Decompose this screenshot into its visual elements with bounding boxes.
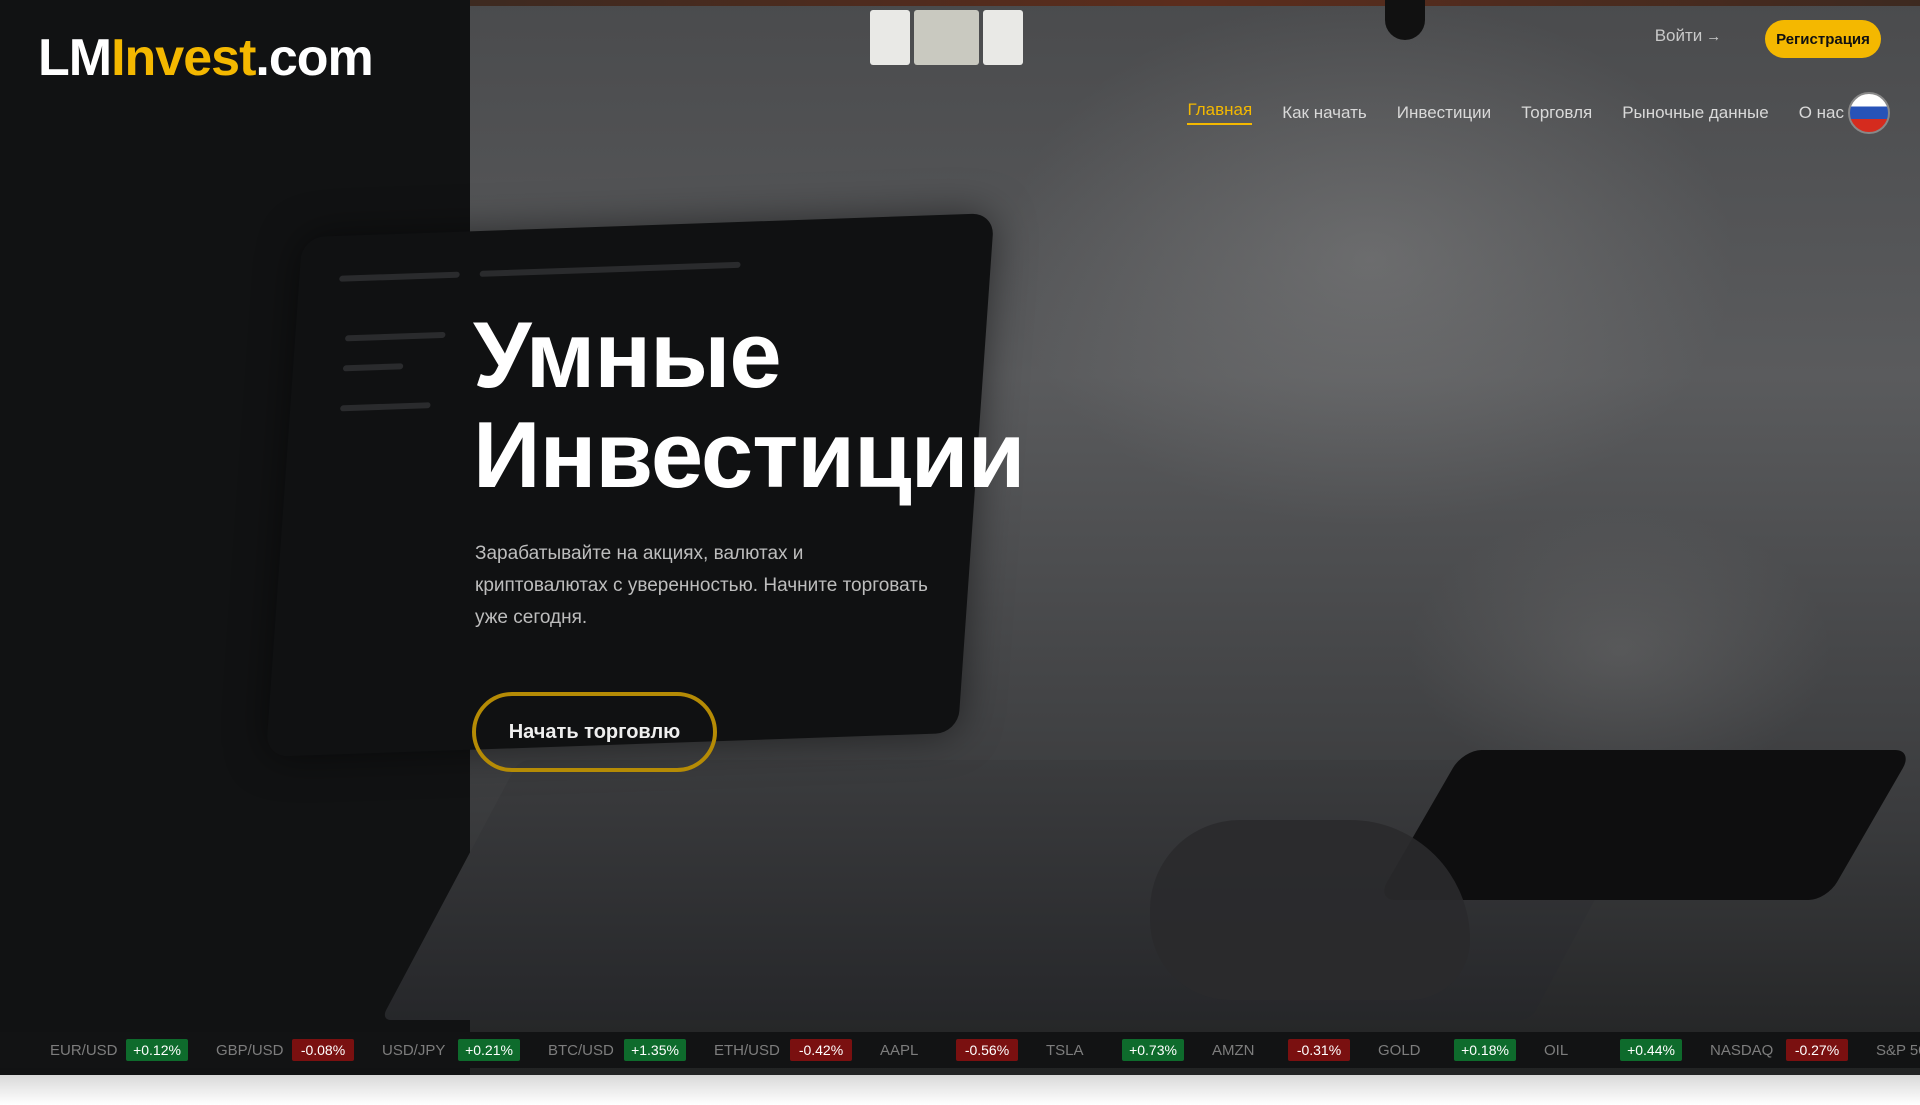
logo-text-invest: Invest [111,29,256,87]
ticker-symbol: AAPL [880,1041,919,1059]
ticker-change-badge: +0.44% [1620,1039,1682,1061]
ticker-item: BTC/USD +1.35% [548,1039,686,1061]
top-center-badge [870,10,1023,65]
ticker-item: ETH/USD -0.42% [714,1039,852,1061]
ticker-symbol: USD/JPY [382,1041,446,1059]
start-trading-button[interactable]: Начать торговлю [472,692,717,772]
ticker-change-badge: -0.31% [1288,1039,1350,1061]
ticker-symbol: S&P 500 [1876,1041,1920,1059]
ticker-change-badge: -0.27% [1786,1039,1848,1061]
login-label: Войти [1654,26,1703,45]
ticker-item: GOLD +0.18% [1378,1039,1516,1061]
ticker-symbol: NASDAQ [1710,1041,1774,1059]
nav-item-about[interactable]: О нас [1799,103,1844,123]
ticker-item: NASDAQ -0.27% [1710,1039,1848,1061]
main-navigation: Главная Как начать Инвестиции Торговля Р… [1187,100,1844,125]
logo-text-lm: LM [38,29,112,87]
hero-section: LMInvest.com Войти → Регистрация Главная … [0,0,1920,1075]
ticker-symbol: GBP/USD [216,1041,284,1059]
ticker-item: EUR/USD +0.12% [50,1039,188,1061]
ticker-symbol: EUR/USD [50,1041,118,1059]
ticker-change-badge: -0.08% [292,1039,354,1061]
top-decor-strip [470,0,1920,6]
ticker-item: USD/JPY +0.21% [382,1039,520,1061]
russian-flag-icon[interactable] [1848,92,1890,134]
ticker-change-badge: +0.12% [126,1039,188,1061]
login-link[interactable]: Войти → [1633,26,1743,50]
ticker-item: TSLA +0.73% [1046,1039,1184,1061]
ticker-symbol: BTC/USD [548,1041,614,1059]
ticker-item: AAPL -0.56% [880,1039,1018,1061]
hero-title: Умные Инвестиции [473,302,1025,507]
hand-decor [1150,820,1470,1000]
register-button[interactable]: Регистрация [1765,20,1881,58]
ticker-item: GBP/USD -0.08% [216,1039,354,1061]
ticker-symbol: ETH/USD [714,1041,780,1059]
ticker-change-badge: -0.42% [790,1039,852,1061]
ticker-item: AMZN -0.31% [1212,1039,1350,1061]
nav-item-investments[interactable]: Инвестиции [1397,103,1491,123]
nav-item-how-to-start[interactable]: Как начать [1282,103,1367,123]
ticker-change-badge: +0.21% [458,1039,520,1061]
nav-item-trading[interactable]: Торговля [1521,103,1592,123]
badge-block-middle [914,10,979,65]
ticker-change-badge: +1.35% [624,1039,686,1061]
badge-block-left [870,10,910,65]
hero-subtitle: Зарабатывайте на акциях, валютах и крипт… [475,543,928,628]
hero-title-line-1: Умные [473,302,782,407]
logo-text-com: .com [255,29,373,87]
phone-decor [1376,750,1914,900]
ticker-symbol: AMZN [1212,1041,1255,1059]
ticker-change-badge: -0.56% [956,1039,1018,1061]
nav-item-home[interactable]: Главная [1187,100,1253,125]
site-logo[interactable]: LMInvest.com [38,28,374,88]
ticker-item: OIL +0.44% [1544,1039,1682,1061]
badge-block-right [983,10,1023,65]
arrow-right-icon: → [1706,28,1722,45]
ticker-symbol: GOLD [1378,1041,1421,1059]
hero-title-line-2: Инвестиции [473,402,1025,507]
ticker-change-badge: +0.18% [1454,1039,1516,1061]
nav-item-market-data[interactable]: Рыночные данные [1622,103,1769,123]
page-bottom-edge [0,1075,1920,1105]
ticker-symbol: TSLA [1046,1041,1084,1059]
market-ticker: EUR/USD +0.12% GBP/USD -0.08% USD/JPY +0.21% B… [0,1032,1920,1068]
ticker-item: S&P 500-0.19% [1876,1039,1920,1061]
ticker-change-badge: +0.73% [1122,1039,1184,1061]
lamp-decor [1385,0,1425,40]
ticker-symbol: OIL [1544,1041,1569,1059]
